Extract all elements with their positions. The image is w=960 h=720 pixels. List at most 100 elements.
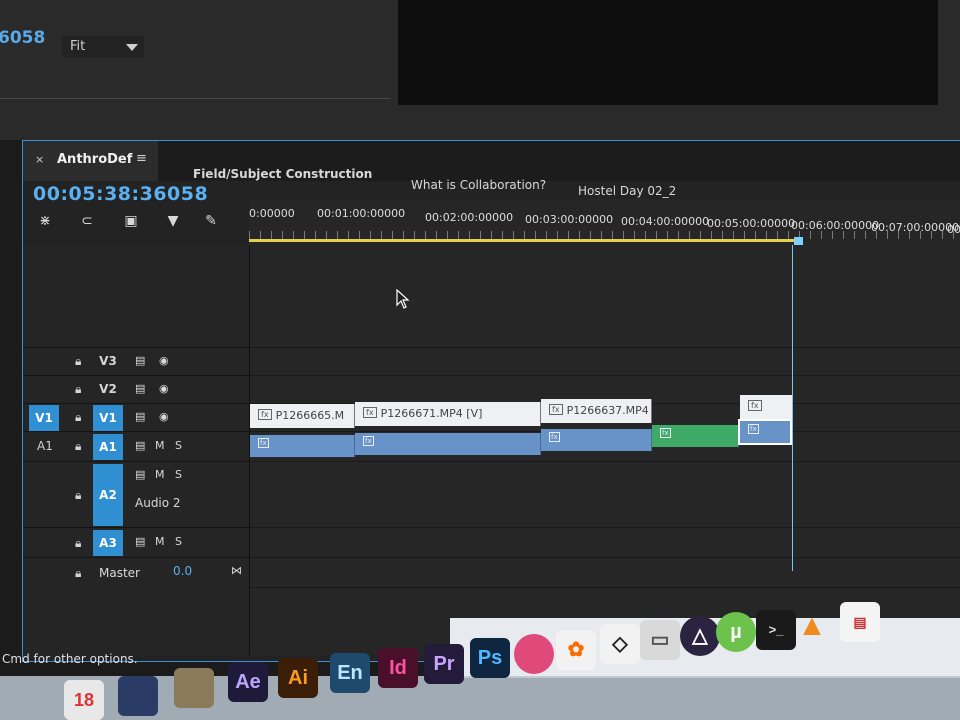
app-icon[interactable]: ▤ [840, 602, 880, 642]
track-separator [250, 557, 960, 558]
mute-button[interactable]: M [155, 439, 165, 452]
track-separator [250, 587, 960, 588]
zoom-fit-select[interactable]: Fit [62, 36, 144, 58]
fx-badge: fx [549, 404, 563, 415]
eye-icon[interactable]: ◉ [159, 354, 169, 367]
sync-lock-icon[interactable]: ▤ [135, 535, 145, 548]
solo-button[interactable]: S [175, 468, 182, 481]
lock-icon[interactable]: 🔒︎ [75, 410, 81, 425]
linked-selection-icon[interactable]: ▣ [121, 211, 141, 231]
add-marker-icon[interactable]: ▼ [163, 211, 183, 231]
sequence-timecode[interactable]: 00:05:38:36058 [33, 183, 208, 205]
video-clip[interactable]: fxP1266637.MP4 [V [541, 399, 652, 423]
terminal-app-icon[interactable]: >_ [756, 610, 796, 650]
ruler-label: 0:00000 [249, 207, 295, 220]
playhead-line[interactable] [792, 245, 793, 571]
clip-name: P1266637.MP4 [V [566, 404, 651, 417]
lock-icon[interactable]: 🔒︎ [75, 488, 81, 503]
photoshop-app-icon[interactable]: Ps [470, 638, 510, 678]
audio-clip[interactable]: fx [541, 429, 652, 451]
video-clip[interactable]: fx [740, 395, 793, 419]
playhead-handle[interactable] [794, 237, 803, 245]
source-patch-a1[interactable]: A1 [37, 439, 53, 453]
media-encoder-app-icon[interactable] [118, 676, 158, 716]
audio-clip-selected[interactable]: fx [652, 425, 739, 447]
lock-icon[interactable]: 🔒︎ [75, 354, 81, 369]
drive-app-icon[interactable]: ▭ [640, 620, 680, 660]
program-monitor-area: 6058 Fit [0, 0, 960, 140]
wrench-icon[interactable]: ✎ [201, 211, 221, 231]
audio-clip[interactable]: fx [355, 433, 541, 455]
sync-lock-icon[interactable]: ▤ [135, 468, 145, 481]
tab-anthrodef[interactable]: × AnthroDef ≡ [23, 141, 158, 181]
track-name-a2[interactable]: A2 [93, 464, 123, 526]
premiere-pro-app-icon[interactable]: Pr [424, 644, 464, 684]
mouse-cursor-icon [396, 289, 410, 309]
unity-app-icon[interactable]: ◇ [600, 624, 640, 664]
program-timecode[interactable]: 6058 [0, 28, 45, 48]
utorrent-app-icon[interactable]: µ [716, 612, 756, 652]
fx-badge: fx [363, 407, 377, 418]
sync-lock-icon[interactable]: ▤ [135, 439, 145, 452]
snap-icon[interactable]: ⊂ [77, 211, 97, 231]
video-clip[interactable]: fx P1266665.M [250, 404, 355, 428]
source-patch-v1[interactable]: V1 [29, 405, 59, 431]
ruler-label: 00:04:00:00000 [621, 215, 710, 228]
sync-lock-icon[interactable]: ▤ [135, 410, 145, 423]
track-header-v3: 🔒︎ V3 ▤ ◉ [23, 347, 249, 376]
solo-button[interactable]: S [175, 439, 182, 452]
track-area[interactable]: fx P1266665.M fx P1266671.MP4 [V] fx P12666… [250, 245, 960, 655]
tab-label: AnthroDef [57, 152, 133, 167]
track-name-a3[interactable]: A3 [93, 530, 123, 556]
photos-app-icon[interactable]: ✿ [556, 630, 596, 670]
tab-what-is-collaboration[interactable]: What is Collaboration? [411, 178, 546, 192]
calendar-app-icon[interactable]: 18 [64, 680, 104, 720]
vlc-app-icon[interactable]: ▲ [792, 606, 832, 646]
timeline-tools: ⋇ ⊂ ▣ ▼ ✎ [35, 211, 245, 233]
eye-icon[interactable]: ◉ [159, 410, 169, 423]
track-header-v1: V1 🔒︎ V1 ▤ ◉ [23, 403, 249, 432]
track-name-a1[interactable]: A1 [93, 434, 123, 460]
panel-menu-icon[interactable]: ≡ [136, 151, 147, 166]
tab-hostel-day[interactable]: Hostel Day 02_2 [578, 184, 676, 198]
sync-lock-icon[interactable]: ▤ [135, 354, 145, 367]
track-header-a3: 🔒︎ A3 ▤ M S [23, 527, 249, 558]
zoom-fit-label: Fit [70, 39, 86, 54]
track-separator [250, 527, 960, 528]
audio-clip[interactable]: fx [250, 435, 355, 457]
eye-icon[interactable]: ◉ [159, 382, 169, 395]
solo-button[interactable]: S [175, 535, 182, 548]
nest-icon[interactable]: ⋇ [35, 211, 55, 231]
track-name-v3[interactable]: V3 [93, 354, 123, 368]
ruler-label: 00:05:00:00000 [707, 217, 796, 230]
ruler-ticks [249, 231, 960, 239]
lock-icon[interactable]: 🔒︎ [75, 566, 81, 581]
fx-badge: fx [748, 400, 762, 411]
lock-icon[interactable]: 🔒︎ [75, 439, 81, 454]
close-icon[interactable]: × [35, 153, 44, 166]
tab-field-subject-construction[interactable]: Field/Subject Construction [193, 167, 372, 181]
fx-badge: fx [660, 428, 671, 438]
track-separator [250, 461, 960, 462]
mute-button[interactable]: M [155, 535, 165, 548]
chevron-down-icon [126, 44, 138, 51]
davinci-resolve-app-icon[interactable] [514, 634, 554, 674]
bowtie-icon[interactable]: ⋈ [231, 564, 242, 577]
work-area-bar[interactable] [249, 239, 795, 242]
app-icon[interactable]: △ [680, 616, 720, 656]
mute-button[interactable]: M [155, 468, 165, 481]
status-bar: Cmd for other options. [0, 646, 400, 676]
sync-lock-icon[interactable]: ▤ [135, 382, 145, 395]
video-clip[interactable]: fx P1266671.MP4 [V] [355, 402, 541, 426]
time-ruler[interactable]: 0:00000 00:01:00:00000 00:02:00:00000 00… [249, 199, 960, 245]
track-name-v2[interactable]: V2 [93, 382, 123, 396]
clip-name: P1266671.MP4 [V] [380, 407, 483, 420]
master-volume-value[interactable]: 0.0 [173, 564, 192, 578]
track-label-audio-2[interactable]: Audio 2 [135, 496, 181, 510]
clip-selection-outline [738, 419, 792, 445]
timeline-panel: × AnthroDef ≡ Field/Subject Construction… [22, 140, 960, 662]
track-name-v1[interactable]: V1 [93, 405, 123, 431]
master-track-label: Master [99, 566, 140, 580]
lock-icon[interactable]: 🔒︎ [75, 536, 81, 551]
lock-icon[interactable]: 🔒︎ [75, 382, 81, 397]
